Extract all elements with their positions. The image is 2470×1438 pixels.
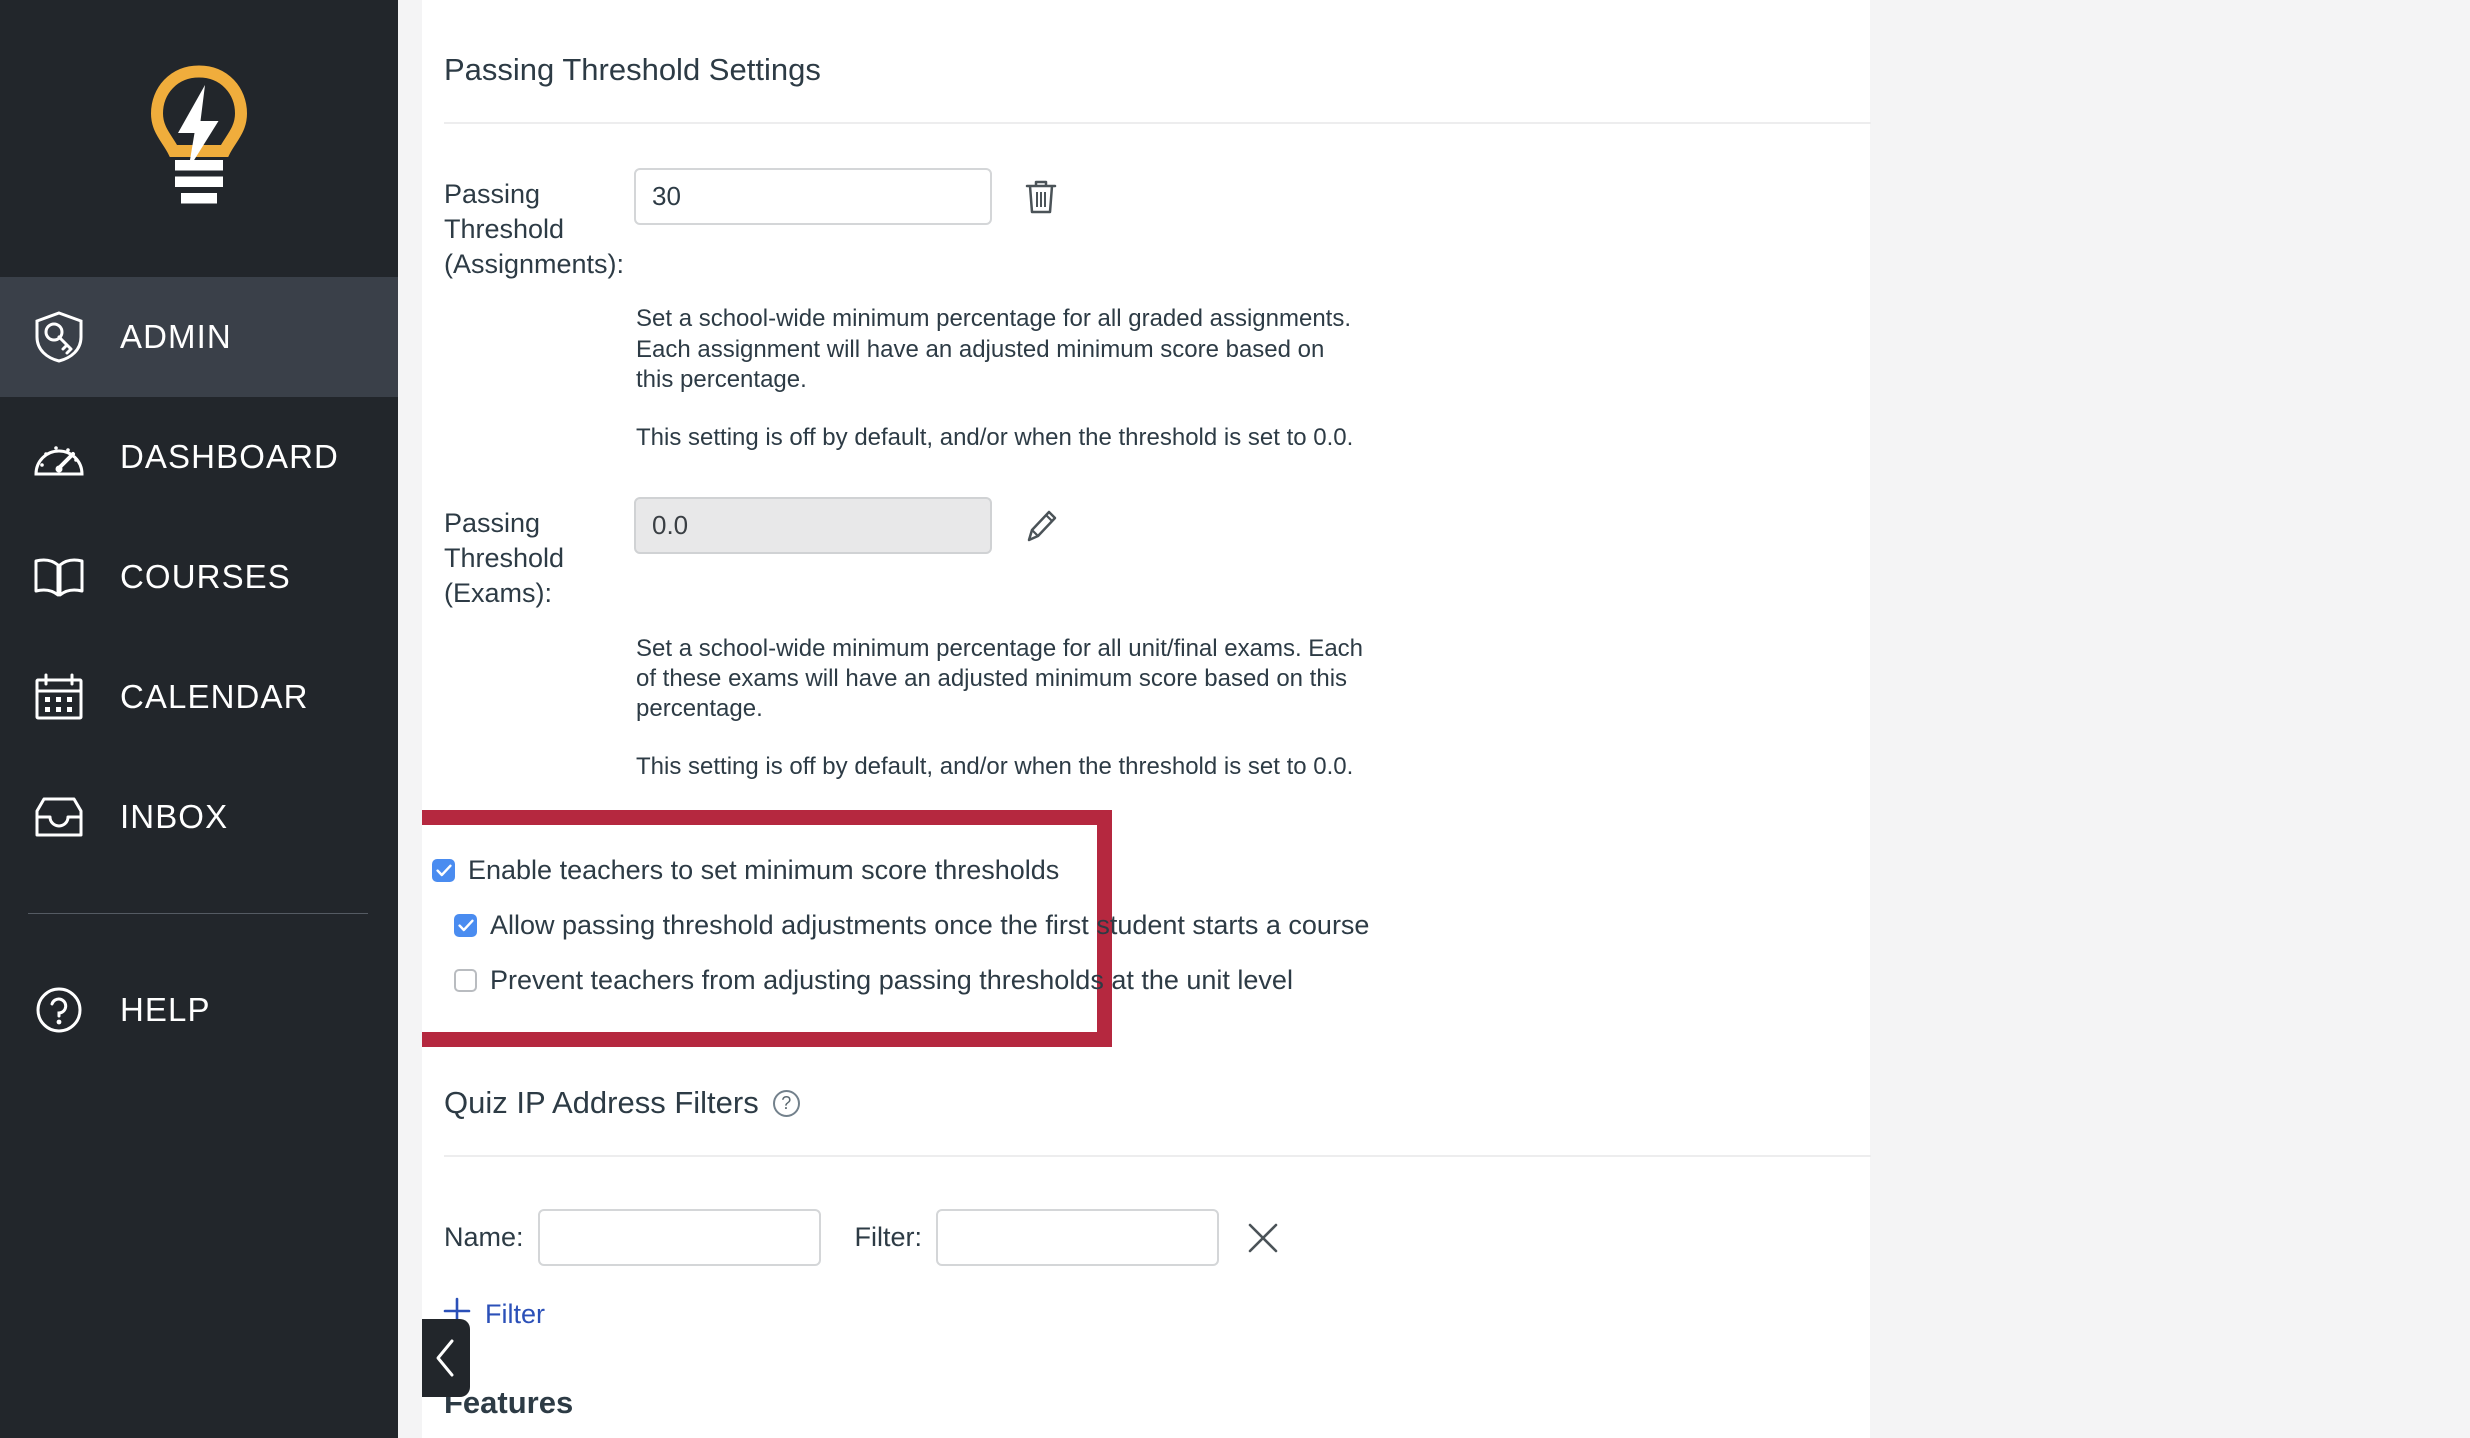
checkbox-row-prevent-unit-level[interactable]: Prevent teachers from adjusting passing …	[432, 953, 1293, 1008]
checkbox-row-allow-adjustments[interactable]: Allow passing threshold adjustments once…	[432, 898, 1369, 953]
exams-threshold-label: Passing Threshold (Exams):	[444, 508, 565, 609]
filter-value-input[interactable]	[936, 1209, 1220, 1267]
checkbox-label[interactable]: Enable teachers to set minimum score thr…	[468, 855, 1059, 886]
quiz-ip-filter-row: Name: Filter:	[422, 1157, 1870, 1267]
exams-description-wrap: Set a school-wide minimum percentage for…	[422, 612, 1870, 783]
sidebar-item-label: COURSES	[120, 558, 291, 595]
nav-list: ADMIN DASHBOARD COURSES CALENDAR INBOX H…	[0, 277, 398, 1070]
calendar-icon	[30, 668, 88, 726]
assignments-input-line	[634, 168, 1066, 225]
exams-input-line	[634, 497, 1066, 555]
sidebar-item-label: ADMIN	[120, 318, 232, 355]
assignments-threshold-row: Passing Threshold (Assignments):	[422, 124, 1870, 282]
checkbox-enable-teachers[interactable]	[432, 859, 455, 883]
checkbox-label[interactable]: Prevent teachers from adjusting passing …	[490, 965, 1293, 996]
pencil-icon[interactable]	[1016, 501, 1066, 551]
chevron-left-icon	[436, 1339, 454, 1377]
question-circle-icon	[30, 981, 88, 1039]
app-logo[interactable]	[0, 0, 398, 277]
filter-name-label: Name:	[444, 1222, 524, 1253]
sidebar-item-courses[interactable]: COURSES	[0, 517, 398, 637]
page-title: Passing Threshold Settings	[422, 0, 1870, 122]
global-navigation-sidebar: ADMIN DASHBOARD COURSES CALENDAR INBOX H…	[0, 0, 398, 1438]
exams-threshold-input	[634, 497, 992, 555]
filter-value-label: Filter:	[854, 1222, 923, 1253]
exams-description-secondary: This setting is off by default, and/or w…	[636, 753, 1354, 781]
sidebar-content-gutter	[398, 0, 422, 1438]
question-circle-icon[interactable]: ?	[772, 1089, 800, 1117]
sidebar-item-inbox[interactable]: INBOX	[0, 757, 398, 877]
main-content: Passing Threshold Settings Passing Thres…	[422, 0, 2470, 1438]
assignments-threshold-input[interactable]	[634, 168, 992, 225]
close-x-icon[interactable]	[1239, 1214, 1287, 1262]
open-book-icon	[30, 548, 88, 606]
filter-name-input[interactable]	[537, 1209, 821, 1267]
checkbox-allow-adjustments[interactable]	[454, 914, 477, 938]
exams-field-col	[634, 497, 1066, 555]
features-section-title: Features	[444, 1385, 574, 1421]
teacher-threshold-options-highlight: Enable teachers to set minimum score thr…	[422, 810, 1369, 1048]
app-root: ADMIN DASHBOARD COURSES CALENDAR INBOX H…	[0, 0, 2470, 1438]
sidebar-divider	[28, 913, 368, 914]
assignments-description-secondary: This setting is off by default, and/or w…	[636, 423, 1354, 451]
assignments-description-primary: Set a school-wide minimum percentage for…	[636, 305, 1352, 393]
settings-panel: Passing Threshold Settings Passing Thres…	[422, 0, 1871, 1438]
inbox-tray-icon	[30, 788, 88, 846]
sidebar-item-admin[interactable]: ADMIN	[0, 277, 398, 397]
add-filter-label: Filter	[485, 1299, 545, 1330]
checkbox-row-enable-teachers[interactable]: Enable teachers to set minimum score thr…	[432, 843, 1075, 898]
sidebar-item-label: HELP	[120, 991, 211, 1028]
sidebar-item-label: DASHBOARD	[120, 438, 339, 475]
checkbox-prevent-unit-level[interactable]	[454, 969, 477, 993]
sidebar-collapse-button[interactable]	[422, 1319, 470, 1397]
speedometer-icon	[30, 428, 88, 486]
section-title-text: Passing Threshold Settings	[444, 52, 821, 87]
exams-threshold-row: Passing Threshold (Exams):	[422, 453, 1870, 611]
quiz-ip-filters-title: Quiz IP Address Filters ?	[422, 1047, 1870, 1155]
sidebar-item-dashboard[interactable]: DASHBOARD	[0, 397, 398, 517]
exams-description-primary: Set a school-wide minimum percentage for…	[636, 634, 1364, 722]
sidebar-item-label: CALENDAR	[120, 678, 309, 715]
trash-icon[interactable]	[1016, 172, 1066, 222]
shield-key-icon	[30, 308, 88, 366]
section-title-text: Quiz IP Address Filters	[444, 1085, 759, 1121]
checkbox-label[interactable]: Allow passing threshold adjustments once…	[490, 910, 1369, 941]
assignments-field-col	[634, 168, 1066, 225]
assignments-threshold-label: Passing Threshold (Assignments):	[444, 179, 625, 280]
assignments-description-wrap: Set a school-wide minimum percentage for…	[422, 282, 1870, 453]
sidebar-item-label: INBOX	[120, 798, 229, 835]
sidebar-item-calendar[interactable]: CALENDAR	[0, 637, 398, 757]
sidebar-item-help[interactable]: HELP	[0, 950, 398, 1070]
lightbulb-lightning-logo	[150, 64, 248, 203]
